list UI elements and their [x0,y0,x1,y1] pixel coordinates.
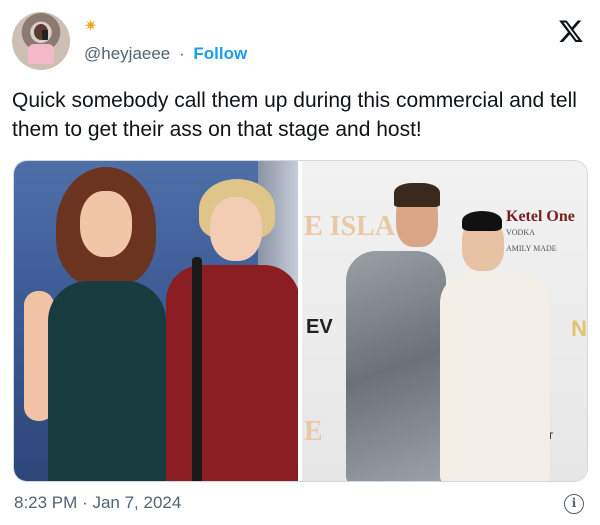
info-icon[interactable]: i [564,494,584,514]
brand-sub: VODKA [506,228,535,237]
brand-logo: Ketel One VODKA AMILY MADE [506,209,575,257]
tweet-date: Jan 7, 2024 [92,493,182,512]
brand-name: Ketel One [506,208,575,225]
tweet-timestamp[interactable]: 8:23 PM · Jan 7, 2024 [14,492,181,514]
tweet-media[interactable]: E ISLA EV E Ketel One VODKA AMILY MADE N… [13,160,588,482]
tweet-time: 8:23 PM [14,493,78,512]
avatar[interactable] [12,12,70,70]
author-handle[interactable]: @heyjaeee [84,44,170,63]
separator-dot: · [179,44,185,63]
x-logo-icon[interactable] [558,18,584,44]
follow-button[interactable]: Follow [193,44,247,63]
microphone [192,257,202,481]
wall-text-bottom: E [304,416,323,447]
tweet-text: Quick somebody call them up during this … [12,89,577,141]
photo-left[interactable] [14,161,298,481]
star-icon: ✷ [84,18,98,35]
timestamp-separator: · [82,493,88,512]
tweet-header: ✷ @heyjaeee · Follow [12,10,588,70]
event-mark: EV [306,316,333,338]
wall-text-top: E ISLA [304,211,396,242]
author-row: @heyjaeee · Follow [84,43,247,65]
photo-right[interactable]: E ISLA EV E Ketel One VODKA AMILY MADE N… [302,161,587,481]
brand-tagline: AMILY MADE [506,244,557,253]
wall-text-right: N [571,316,587,341]
